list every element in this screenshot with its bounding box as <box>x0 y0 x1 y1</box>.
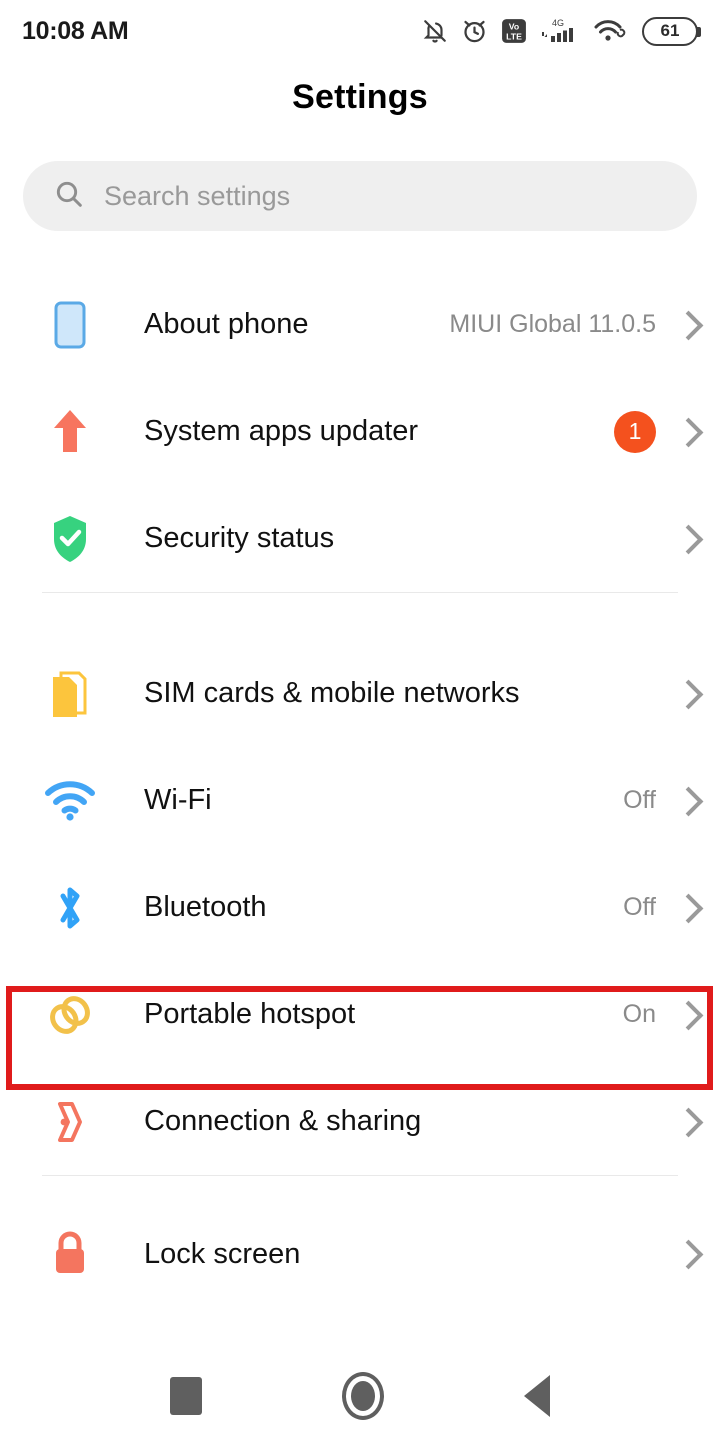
list-item-lock-screen[interactable]: Lock screen <box>0 1223 720 1285</box>
list-item-trailing: MIUI Global 11.0.5 <box>449 308 698 342</box>
chevron-right-icon[interactable] <box>676 1105 698 1139</box>
list-item-trailing: On <box>623 998 698 1032</box>
list-item-security-status[interactable]: Security status <box>0 485 720 592</box>
alarm-icon <box>461 17 488 45</box>
status-badge: 1 <box>614 410 656 453</box>
list-item-value: Off <box>623 786 656 814</box>
list-item-trailing <box>656 522 698 556</box>
chevron-right-icon[interactable] <box>676 891 698 925</box>
svg-text:LTE: LTE <box>506 32 522 42</box>
home-button[interactable] <box>342 1372 384 1420</box>
signal-4g-icon: 4G <box>540 16 580 46</box>
list-item-value: MIUI Global 11.0.5 <box>449 310 656 338</box>
battery-level-text: 61 <box>660 21 680 40</box>
list-item-label: Wi-Fi <box>144 784 212 816</box>
shield-check-icon <box>40 509 100 569</box>
bluetooth-icon <box>40 878 100 938</box>
connection-share-icon <box>40 1092 100 1152</box>
list-item-label: System apps updater <box>144 415 419 447</box>
settings-list: About phone MIUI Global 11.0.5 System ap… <box>0 271 720 1285</box>
chevron-right-icon[interactable] <box>676 522 698 556</box>
chevron-right-icon[interactable] <box>676 415 698 449</box>
list-item-value: On <box>622 1000 656 1028</box>
list-item-label: Connection & sharing <box>144 1105 422 1137</box>
wifi-icon <box>40 771 100 831</box>
list-item-portable-hotspot[interactable]: Portable hotspot On <box>0 961 720 1068</box>
settings-group-device: About phone MIUI Global 11.0.5 System ap… <box>0 271 720 592</box>
recents-button[interactable] <box>170 1377 202 1415</box>
back-button[interactable] <box>524 1375 550 1417</box>
search-input[interactable]: Search settings <box>23 161 697 231</box>
volte-icon: Vo LTE <box>501 18 527 44</box>
chevron-right-icon[interactable] <box>676 784 698 818</box>
list-item-trailing: Off <box>623 891 698 925</box>
list-item-label: Portable hotspot <box>144 998 356 1030</box>
system-navigation-bar <box>0 1352 720 1440</box>
list-item-label: SIM cards & mobile networks <box>144 677 520 709</box>
status-bar: 10:08 AM Vo LTE 4G 61 <box>0 0 720 62</box>
settings-group-personal: Lock screen <box>0 1223 720 1285</box>
phone-outline-icon <box>40 295 100 355</box>
list-item-system-apps-updater[interactable]: System apps updater 1 <box>0 378 720 485</box>
chevron-right-icon[interactable] <box>676 1237 698 1271</box>
status-bar-clock: 10:08 AM <box>22 16 129 45</box>
notification-silent-icon <box>422 17 448 45</box>
arrow-up-icon <box>40 402 100 462</box>
list-item-label: Bluetooth <box>144 891 267 923</box>
list-item-about-phone[interactable]: About phone MIUI Global 11.0.5 <box>0 271 720 378</box>
svg-text:Vo: Vo <box>509 21 519 31</box>
battery-indicator: 61 <box>642 16 701 46</box>
list-item-bluetooth[interactable]: Bluetooth Off <box>0 854 720 961</box>
list-item-label: Lock screen <box>144 1237 301 1270</box>
settings-group-connectivity: SIM cards & mobile networks Wi-Fi Off Bl… <box>0 640 720 1175</box>
battery-cap <box>697 26 701 37</box>
list-item-sim-cards[interactable]: SIM cards & mobile networks <box>0 640 720 747</box>
list-item-wifi[interactable]: Wi-Fi Off <box>0 747 720 854</box>
svg-text:4G: 4G <box>552 18 564 28</box>
list-item-label: Security status <box>144 522 335 554</box>
wifi-hotspot-icon <box>593 17 629 45</box>
chevron-right-icon[interactable] <box>676 308 698 342</box>
hotspot-rings-icon <box>40 985 100 1045</box>
list-item-trailing <box>656 677 698 711</box>
status-bar-icons: Vo LTE 4G 61 <box>422 16 701 46</box>
list-item-connection-sharing[interactable]: Connection & sharing <box>0 1068 720 1175</box>
list-item-label: About phone <box>144 308 309 340</box>
chevron-right-icon[interactable] <box>676 677 698 711</box>
search-icon <box>53 178 85 215</box>
lock-icon <box>40 1224 100 1284</box>
page-title: Settings <box>292 78 428 116</box>
list-item-trailing: Off <box>623 784 698 818</box>
chevron-right-icon[interactable] <box>676 998 698 1032</box>
settings-screen: 10:08 AM Vo LTE 4G 61 Settings Search se… <box>0 0 720 1440</box>
list-item-trailing <box>656 1237 698 1271</box>
sim-card-icon <box>40 664 100 724</box>
list-item-trailing <box>656 1105 698 1139</box>
search-placeholder: Search settings <box>104 180 291 211</box>
list-item-trailing: 1 <box>614 410 698 453</box>
list-item-value: Off <box>623 893 656 921</box>
